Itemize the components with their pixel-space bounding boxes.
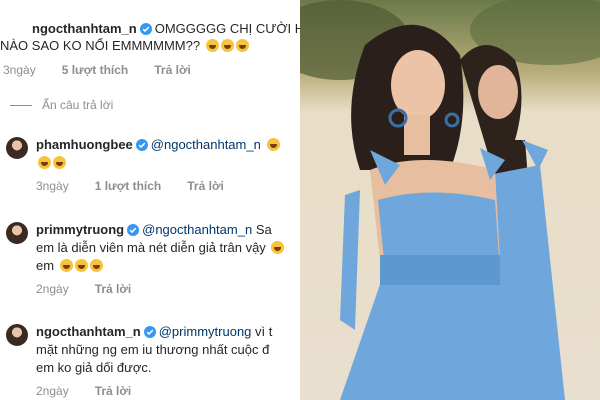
comment-text: em là diễn viên mà nét diễn giả trân vậy: [36, 240, 266, 255]
front-woman-neck: [404, 115, 430, 155]
mention-link[interactable]: @primmytruong: [159, 324, 252, 339]
comment-1-meta: 3ngày 5 lượt thích Trả lời: [3, 63, 217, 77]
photo-illustration: [300, 0, 600, 400]
comment-4-meta: 2ngày Trả lời: [36, 384, 157, 398]
comment-likes[interactable]: 5 lượt thích: [62, 63, 129, 77]
avatar[interactable]: [6, 137, 28, 159]
crying-laughing-emoji-icon: [220, 39, 234, 52]
comment-text: em ko giả dối được.: [36, 360, 152, 375]
verified-badge-icon: [139, 23, 152, 39]
verified-badge-icon: [135, 139, 148, 155]
crying-laughing-emoji-icon: [235, 39, 249, 52]
crying-laughing-emoji-icon: [38, 156, 51, 169]
verified-badge-icon: [127, 224, 140, 240]
crying-laughing-emoji-icon: [271, 241, 285, 254]
crying-laughing-emoji-icon: [205, 39, 219, 52]
comment-3-meta: 2ngày Trả lời: [36, 282, 157, 296]
comment-time: 2ngày: [36, 282, 69, 296]
comment-likes[interactable]: 1 lượt thích: [95, 179, 162, 193]
comment-text: em: [36, 258, 55, 273]
comment-4-line-2: mặt những ng em iu thương nhất cuộc đ: [36, 342, 269, 358]
comment-text: Sa: [255, 222, 272, 237]
comment-time: 3ngày: [36, 179, 69, 193]
comment-3-line-3: em: [36, 258, 103, 274]
divider: [10, 104, 32, 106]
comment-text: vì t: [255, 324, 273, 339]
comment-username[interactable]: primmytruong: [36, 222, 124, 237]
comment-1-line-2: NÀO SAO KO NỔI EMMMMMM??: [0, 38, 249, 54]
comment-2-line-1: phamhuongbee @ngocthanhtam_n: [36, 137, 280, 155]
comment-text: mặt những ng em iu thương nhất cuộc đ: [36, 342, 270, 357]
reply-button[interactable]: Trả lời: [95, 384, 132, 398]
crying-laughing-emoji-icon: [59, 259, 73, 272]
hide-replies-toggle[interactable]: Ẩn câu trả lời: [10, 98, 113, 112]
crying-laughing-emoji-icon: [266, 138, 280, 151]
reply-button[interactable]: Trả lời: [187, 179, 224, 193]
comment-2-meta: 3ngày 1 lượt thích Trả lời: [36, 179, 250, 193]
hide-replies-label: Ẩn câu trả lời: [42, 98, 114, 112]
comment-username[interactable]: ngocthanhtam_n: [36, 324, 141, 339]
comment-2-line-2: [36, 155, 66, 171]
comment-4-line-3: em ko giả dối được.: [36, 360, 152, 376]
comment-3-line-2: em là diễn viên mà nét diễn giả trân vậy: [36, 240, 285, 256]
mention-link[interactable]: @ngocthanhtam_n: [151, 137, 261, 152]
photo-panel: [300, 0, 600, 400]
comment-3-line-1: primmytruong @ngocthanhtam_n Sa: [36, 222, 272, 240]
avatar[interactable]: [6, 324, 28, 346]
comment-time: 3ngày: [3, 63, 36, 77]
comment-text: NÀO SAO KO NỔI EMMMMMM??: [0, 38, 201, 53]
back-woman-face: [478, 65, 518, 119]
dress-waistband: [380, 255, 500, 285]
comments-panel: ngocthanhtam_n OMGGGGG CHỊ CƯỜI HO NÀO SA…: [0, 0, 300, 400]
avatar[interactable]: [6, 222, 28, 244]
comment-1-line-1: ngocthanhtam_n OMGGGGG CHỊ CƯỜI HO: [32, 21, 300, 39]
crying-laughing-emoji-icon: [53, 156, 66, 169]
comment-time: 2ngày: [36, 384, 69, 398]
comment-username[interactable]: phamhuongbee: [36, 137, 133, 152]
verified-badge-icon: [143, 326, 156, 342]
comment-text: OMGGGGG CHỊ CƯỜI HO: [154, 21, 300, 36]
comment-username[interactable]: ngocthanhtam_n: [32, 21, 137, 36]
mention-link[interactable]: @ngocthanhtam_n: [142, 222, 252, 237]
reply-button[interactable]: Trả lời: [154, 63, 191, 77]
crying-laughing-emoji-icon: [89, 259, 103, 272]
reply-button[interactable]: Trả lời: [95, 282, 132, 296]
crying-laughing-emoji-icon: [74, 259, 88, 272]
comment-4-line-1: ngocthanhtam_n @primmytruong vì t: [36, 324, 272, 342]
